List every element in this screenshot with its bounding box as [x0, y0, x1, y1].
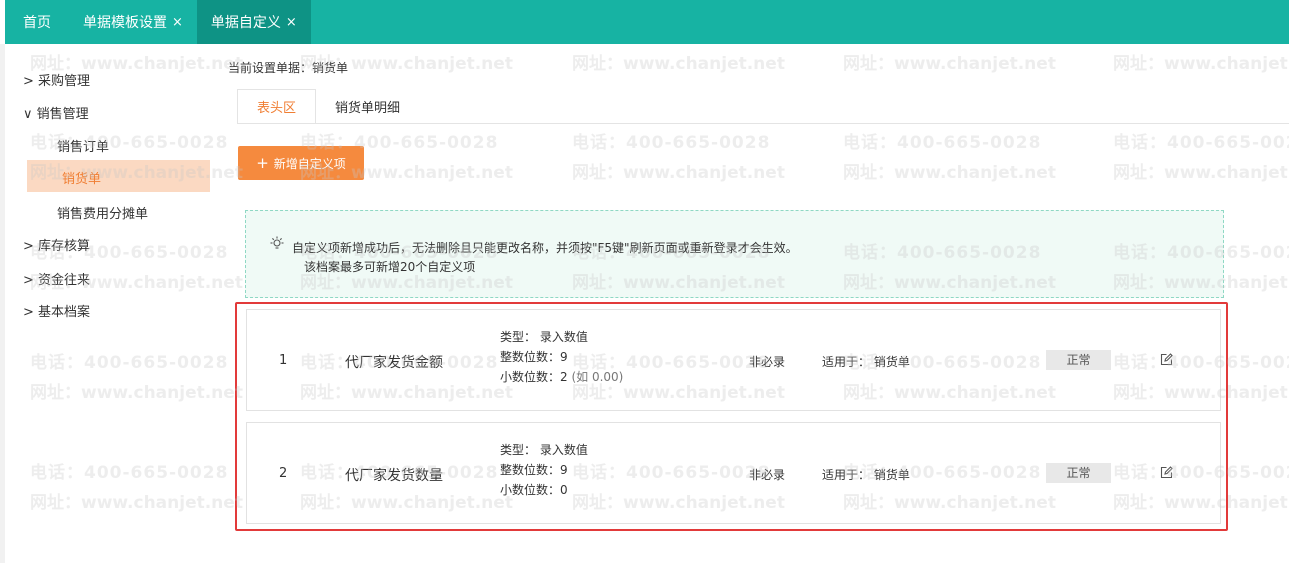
tab-label: 销货单明细 — [335, 101, 401, 116]
close-icon[interactable]: × — [172, 15, 183, 30]
sidebar-item-inventory[interactable]: > 库存核算 — [23, 235, 90, 254]
tab-label: 首页 — [23, 15, 51, 31]
sidebar-item-label: 销售管理 — [36, 107, 89, 122]
chevron-right-icon: > — [23, 74, 34, 89]
sidebar-item-label: 库存核算 — [38, 239, 91, 254]
subtabs: 表头区 销货单明细 — [237, 89, 419, 124]
tab-label: 单据自定义 — [210, 15, 281, 31]
sidebar-item-label: 销售订单 — [57, 140, 110, 155]
tab-label: 表头区 — [257, 101, 297, 116]
add-custom-item-button[interactable]: + 新增自定义项 — [238, 146, 364, 180]
highlight-frame — [235, 302, 1228, 531]
chevron-down-icon: ∨ — [23, 107, 33, 122]
sidebar: > 采购管理 ∨ 销售管理 销售订单 销货单 销售费用分摊单 > 库存核算 > … — [0, 44, 230, 563]
chevron-right-icon: > — [23, 305, 34, 320]
plus-icon: + — [256, 153, 269, 172]
notice-text: 自定义项新增成功后，无法删除且只能更改名称，并须按"F5键"刷新页面或重新登录才… — [292, 241, 798, 255]
watermark-text: 电话：400-665-0028网址：www.chanjet.net — [572, 133, 785, 183]
notice-box: 自定义项新增成功后，无法删除且只能更改名称，并须按"F5键"刷新页面或重新登录才… — [245, 210, 1224, 298]
chevron-right-icon: > — [23, 239, 34, 254]
top-nav: 首页 单据模板设置 × 单据自定义 × — [5, 0, 1289, 44]
sidebar-item-sales-delivery[interactable]: 销货单 — [27, 160, 210, 192]
sidebar-item-funds[interactable]: > 资金往来 — [23, 269, 90, 288]
sidebar-item-archives[interactable]: > 基本档案 — [23, 301, 90, 320]
button-label: 新增自定义项 — [273, 156, 346, 171]
watermark-text: 电话：400-665-0028网址：www.chanjet.net — [572, 54, 785, 74]
sidebar-item-label: 销货单 — [62, 172, 102, 187]
tab-doc-customize[interactable]: 单据自定义 × — [196, 0, 311, 44]
tab-header-area[interactable]: 表头区 — [237, 89, 317, 124]
sidebar-item-sales-expense[interactable]: 销售费用分摊单 — [57, 203, 148, 222]
tab-template-settings[interactable]: 单据模板设置 × — [69, 0, 197, 44]
sidebar-item-sales-order[interactable]: 销售订单 — [57, 136, 109, 155]
sidebar-item-sales[interactable]: ∨ 销售管理 — [23, 103, 89, 122]
sidebar-item-label: 销售费用分摊单 — [57, 207, 149, 222]
watermark-text: 电话：400-665-0028网址：www.chanjet.net — [843, 54, 1056, 74]
sidebar-item-purchase[interactable]: > 采购管理 — [23, 70, 90, 89]
close-icon[interactable]: × — [286, 15, 297, 30]
chevron-right-icon: > — [23, 273, 34, 288]
sidebar-item-label: 基本档案 — [38, 305, 91, 320]
tab-label: 单据模板设置 — [83, 15, 167, 31]
sidebar-item-label: 资金往来 — [38, 273, 91, 288]
lightbulb-icon — [270, 236, 284, 254]
watermark-text: 电话：400-665-0028网址：www.chanjet.net — [1113, 54, 1289, 74]
tab-detail[interactable]: 销货单明细 — [316, 89, 419, 124]
sidebar-item-label: 采购管理 — [38, 74, 91, 89]
divider — [237, 123, 1289, 124]
notice-text: 该档案最多可新增20个自定义项 — [304, 260, 476, 274]
watermark-text: 电话：400-665-0028网址：www.chanjet.net — [843, 133, 1056, 183]
tab-home[interactable]: 首页 — [5, 0, 69, 44]
current-doc-label: 当前设置单据：销货单 — [228, 61, 349, 75]
watermark-text: 电话：400-665-0028网址：www.chanjet.net — [1113, 133, 1289, 183]
